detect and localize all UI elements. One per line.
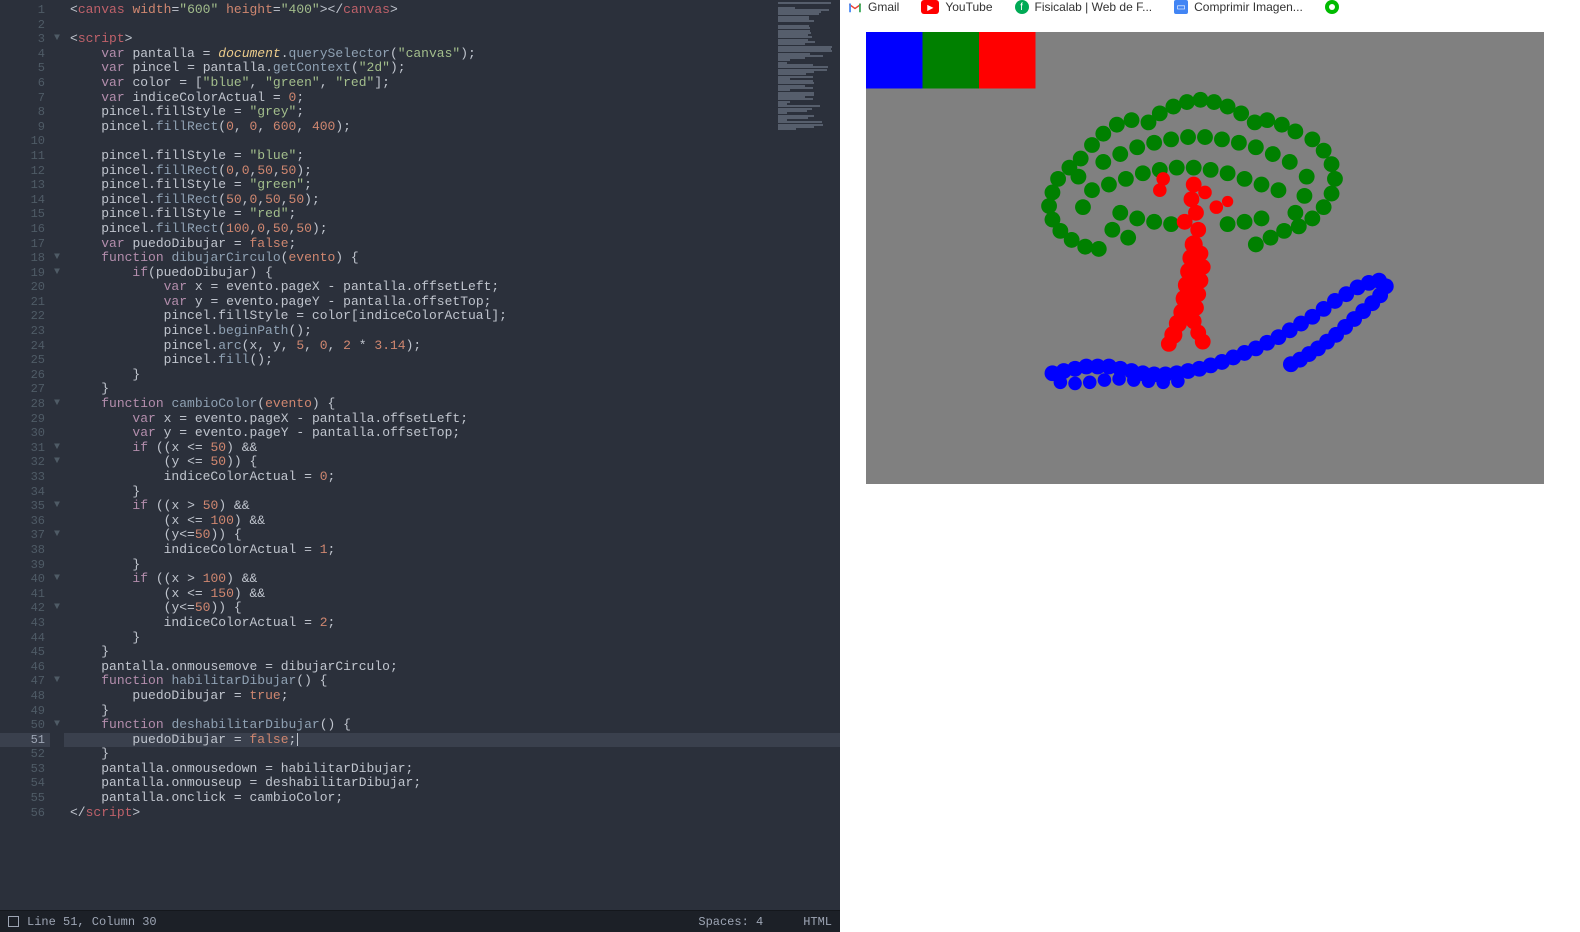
syntax-mode[interactable]: HTML	[803, 915, 832, 929]
youtube-icon: ▶	[921, 0, 939, 14]
fold-column[interactable]: ▼▼▼▼▼▼▼▼▼▼▼▼	[50, 0, 64, 910]
gmail-icon	[848, 0, 862, 14]
bookmarks-bar: Gmail ▶ YouTube f Fisicalab | Web de F..…	[840, 0, 1580, 18]
bookmark-compress[interactable]: ▭ Comprimir Imagen...	[1174, 0, 1303, 14]
canvas-output[interactable]	[866, 32, 1544, 484]
bookmark-label: Fisicalab | Web de F...	[1035, 0, 1153, 14]
code-editor-pane: 1234567891011121314151617181920212223242…	[0, 0, 840, 932]
line-number-gutter[interactable]: 1234567891011121314151617181920212223242…	[0, 0, 50, 910]
code-text-area[interactable]: <canvas width="600" height="400"></canva…	[64, 0, 840, 910]
bookmark-fisicalab[interactable]: f Fisicalab | Web de F...	[1015, 0, 1153, 14]
bookmark-label: YouTube	[945, 0, 992, 14]
bookmark-label: Gmail	[868, 0, 899, 14]
indent-setting[interactable]: Spaces: 4	[698, 915, 763, 929]
page-content	[840, 18, 1580, 932]
minimap[interactable]	[776, 2, 838, 132]
compress-icon: ▭	[1174, 0, 1188, 14]
bookmark-youtube[interactable]: ▶ YouTube	[921, 0, 992, 14]
cursor-position[interactable]: Line 51, Column 30	[27, 915, 157, 929]
editor-body: 1234567891011121314151617181920212223242…	[0, 0, 840, 910]
panel-toggle-icon[interactable]	[8, 916, 19, 927]
green-circle-icon	[1325, 0, 1339, 14]
bookmark-gmail[interactable]: Gmail	[848, 0, 899, 14]
bookmark-green[interactable]	[1325, 0, 1345, 14]
fisicalab-icon: f	[1015, 0, 1029, 14]
user-drawing	[866, 32, 1544, 484]
browser-pane: Gmail ▶ YouTube f Fisicalab | Web de F..…	[840, 0, 1580, 932]
bookmark-label: Comprimir Imagen...	[1194, 0, 1303, 14]
status-bar: Line 51, Column 30 Spaces: 4 HTML	[0, 910, 840, 932]
